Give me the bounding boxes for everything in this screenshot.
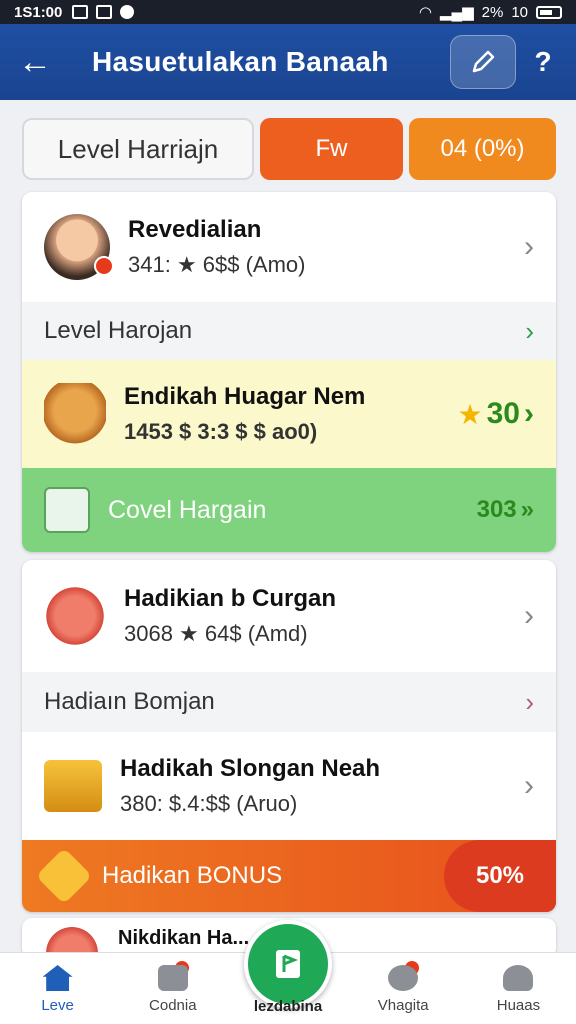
image-icon xyxy=(96,5,113,19)
battery-percent: 2% xyxy=(481,3,504,21)
section-title: Level Harojan xyxy=(44,317,193,344)
nav-label: Leve xyxy=(41,997,74,1014)
avatar xyxy=(44,214,114,280)
chevron-right-icon: › xyxy=(525,315,534,346)
score-badge: 303 » xyxy=(476,496,534,523)
chevron-right-icon: › xyxy=(524,769,534,802)
nav-fourth[interactable]: Vhagita xyxy=(346,953,461,1024)
chevron-right-icon: › xyxy=(524,397,534,430)
pencil-icon xyxy=(472,50,495,73)
treasure-box-icon xyxy=(44,760,102,812)
reward-card-2: Hadikian b Curgan 3068 ★ 64$ (Amd) › Had… xyxy=(22,560,556,912)
bonus-percent: 50% xyxy=(444,840,556,912)
list-item[interactable]: Endikah Huagar Nem 1453 $ 3:3 $ $ ao0) ★… xyxy=(22,360,556,468)
item-title: Hadikah Slongan Neah xyxy=(120,755,381,782)
status-time: 1S1:00 xyxy=(14,3,63,21)
flag-icon xyxy=(276,950,300,978)
signal-icon: ▂▄▆ xyxy=(439,4,474,21)
item-title: Revedialian xyxy=(128,216,262,243)
center-label: lezdabina xyxy=(253,998,323,1015)
battery-icon xyxy=(536,5,562,19)
signal-text: 10 xyxy=(511,3,528,21)
bonus-icon xyxy=(35,847,93,905)
notification-icon xyxy=(72,5,89,19)
help-button[interactable]: ? xyxy=(528,46,558,78)
chevron-right-icon: › xyxy=(524,599,534,632)
item-title: Covel Hargain xyxy=(108,495,267,524)
calendar-icon xyxy=(44,487,90,533)
nav-label: Vhagita xyxy=(377,997,429,1014)
section-header[interactable]: Level Harojan › xyxy=(22,302,556,360)
nav-label: Codnia xyxy=(149,997,197,1014)
edit-button[interactable] xyxy=(450,35,516,89)
back-arrow-icon[interactable]: ← xyxy=(18,43,62,82)
item-subtitle: 1453 $ 3:3 $ $ ao0) xyxy=(124,419,318,444)
item-subtitle: 3068 ★ 64$ (Amd) xyxy=(124,621,308,646)
basket-icon xyxy=(44,383,106,445)
mail-icon xyxy=(157,965,188,991)
item-title: Hadikian b Curgan xyxy=(124,585,337,612)
item-title: Endikah Huagar Nem xyxy=(124,383,366,410)
section-title: Hadiaın Bomjan xyxy=(44,688,215,715)
fw-filter-chip[interactable]: Fw xyxy=(260,118,403,180)
home-icon xyxy=(42,965,73,991)
bonus-banner[interactable]: Hadikan BONUS 50% xyxy=(22,840,556,912)
list-item[interactable]: Covel Hargain 303 » xyxy=(22,468,556,552)
wifi-icon: ◠ xyxy=(418,4,432,21)
app-icon xyxy=(120,5,135,19)
center-action-button[interactable] xyxy=(244,920,332,1008)
badge-icon xyxy=(94,256,114,276)
reward-card-1: Revedialian 341: ★ 6$$ (Amo) › Level Har… xyxy=(22,192,556,552)
chevron-right-icon: › xyxy=(524,230,534,263)
list-item[interactable]: Revedialian 341: ★ 6$$ (Amo) › xyxy=(22,192,556,302)
monster-icon xyxy=(44,585,106,647)
score-badge: ★ 30 › xyxy=(457,397,534,430)
app-bar: ← Hasuetulakan Banaah ? xyxy=(0,24,576,100)
section-header[interactable]: Hadiaın Bomjan › xyxy=(22,672,556,732)
status-bar: 1S1:00 ◠ ▂▄▆ 2% 10 xyxy=(0,0,576,24)
chevron-right-icon: › xyxy=(525,686,534,717)
od-filter-chip[interactable]: 04 (0%) xyxy=(409,118,556,180)
star-icon: ★ xyxy=(457,398,483,430)
list-item[interactable]: Hadikah Slongan Neah 380: $.4:$$ (Aruo) … xyxy=(22,732,556,840)
compass-icon xyxy=(388,965,419,991)
page-title: Hasuetulakan Banaah xyxy=(92,46,389,77)
nav-label: Huaas xyxy=(496,997,541,1014)
filter-row: Level Harriajn Fw 04 (0%) xyxy=(22,118,556,180)
nav-messages[interactable]: Codnia xyxy=(115,953,230,1024)
person-icon xyxy=(503,965,534,991)
nav-profile[interactable]: Huaas xyxy=(461,953,576,1024)
list-item[interactable]: Hadikian b Curgan 3068 ★ 64$ (Amd) › xyxy=(22,560,556,672)
item-subtitle: 380: $.4:$$ (Aruo) xyxy=(120,791,298,816)
double-chevron-icon: » xyxy=(520,496,534,523)
item-subtitle: 341: ★ 6$$ (Amo) xyxy=(128,252,306,277)
nav-home[interactable]: Leve xyxy=(0,953,115,1024)
level-filter-chip[interactable]: Level Harriajn xyxy=(22,118,254,180)
